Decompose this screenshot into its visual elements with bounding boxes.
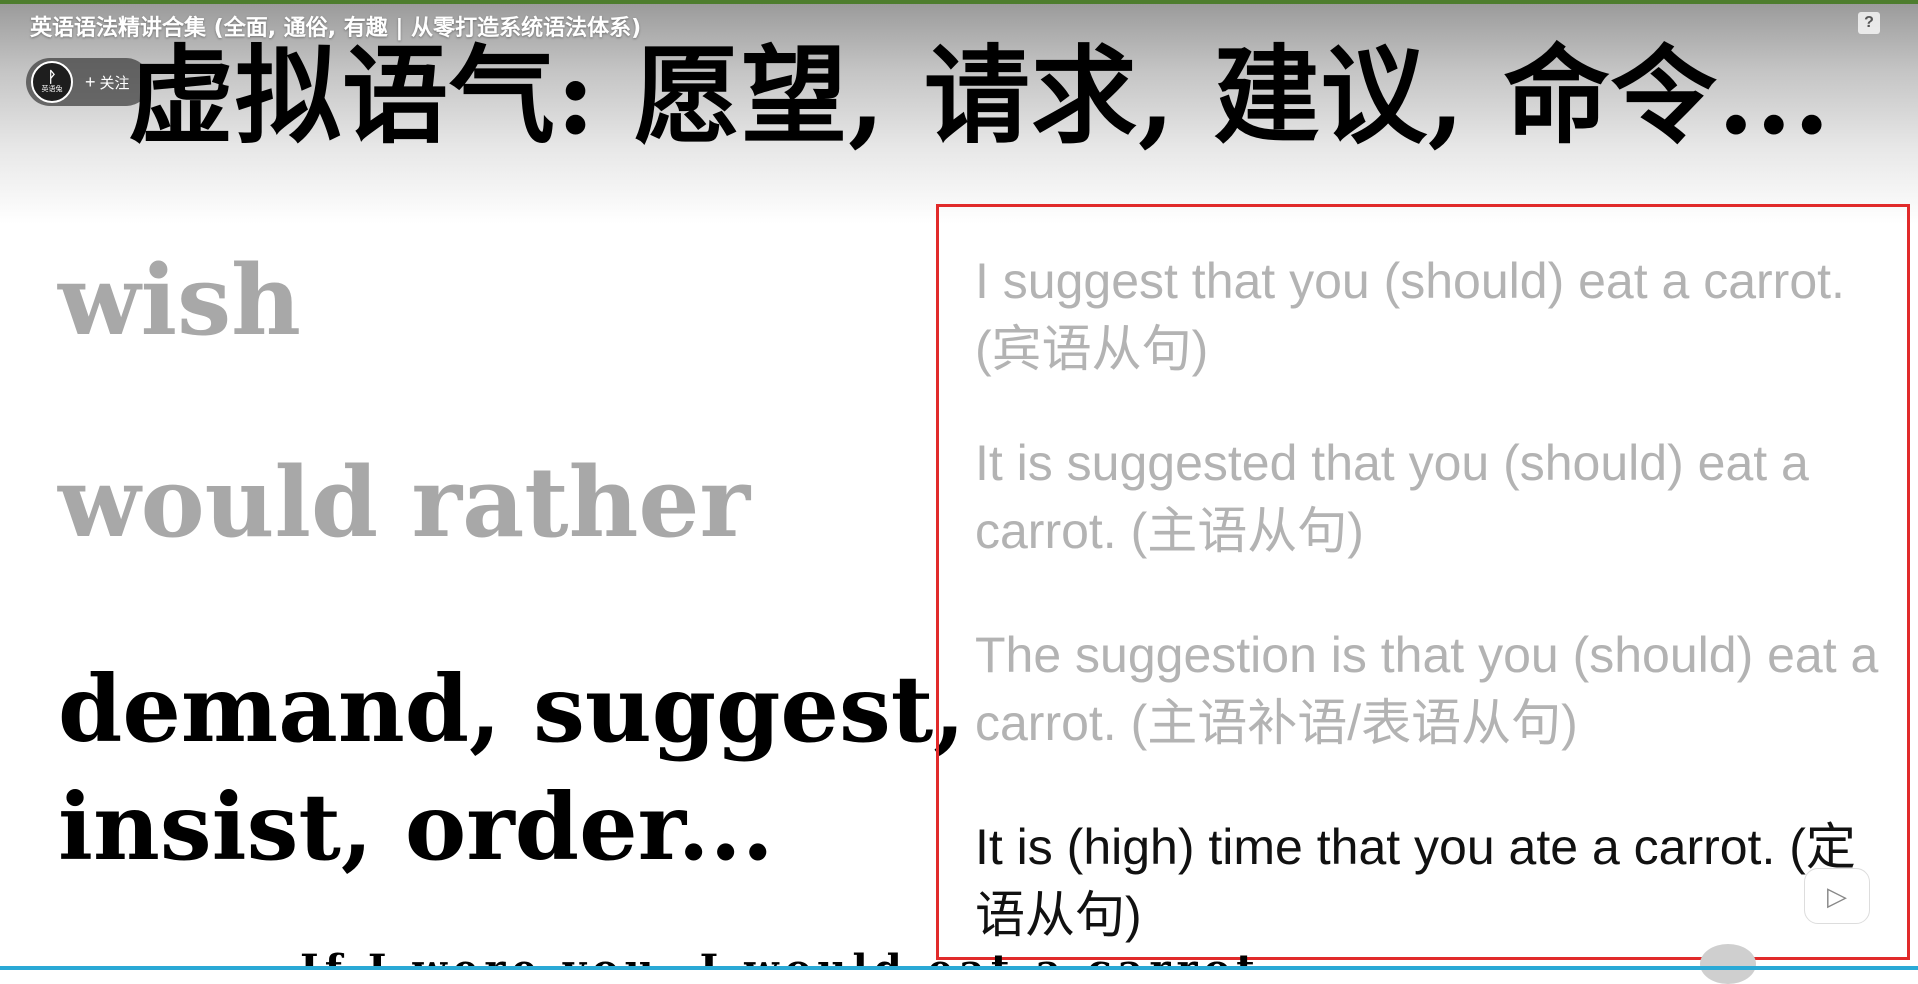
example-sentences-box: I suggest that you (should) eat a carrot… <box>936 204 1910 960</box>
example-attributive-clause: It is (high) time that you ate a carrot.… <box>975 819 1856 943</box>
plus-icon: + <box>85 71 96 92</box>
example-object-clause: I suggest that you (should) eat a carrot… <box>975 253 1845 377</box>
progress-bar[interactable] <box>0 966 1918 970</box>
help-icon[interactable]: ? <box>1858 12 1880 34</box>
term-would-rather: would rather <box>58 446 751 559</box>
slide-title: 虚拟语气: 愿望, 请求, 建议, 命令... <box>128 33 1832 158</box>
channel-logo-text: 英语兔 <box>41 85 63 93</box>
term-demand-suggest: demand, suggest, insist, order... <box>58 655 966 881</box>
rabbit-logo-icon: ᚹ <box>47 69 57 86</box>
example-subject-clause: It is suggested that you (should) eat a … <box>975 435 1809 559</box>
play-button[interactable]: ▷ <box>1804 868 1870 924</box>
follow-label: 关注 <box>99 73 130 92</box>
play-icon: ▷ <box>1827 880 1847 911</box>
channel-avatar[interactable]: ᚹ 英语兔 <box>31 61 73 103</box>
watermark-icon <box>1700 944 1756 984</box>
term-wish: wish <box>58 244 301 357</box>
example-complement-clause: The suggestion is that you (should) eat … <box>975 627 1879 751</box>
